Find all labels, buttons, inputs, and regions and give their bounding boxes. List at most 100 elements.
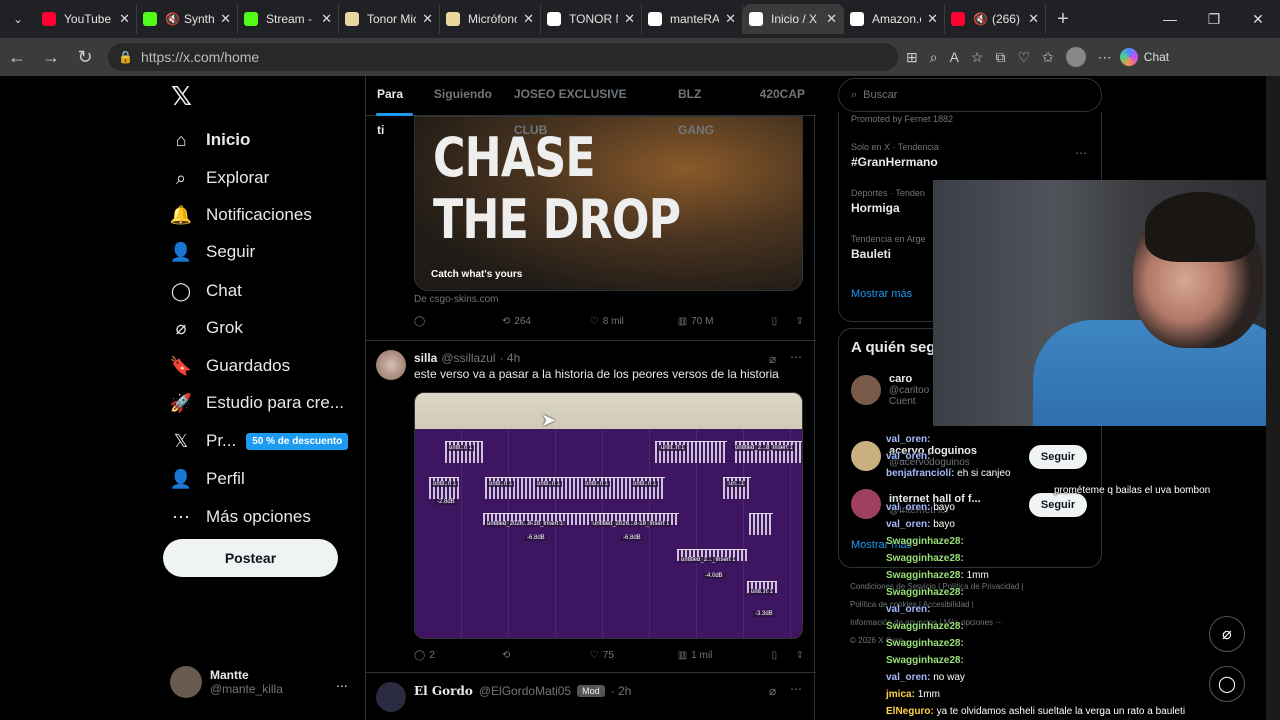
tweet-author-name[interactable]: silla [414, 351, 437, 365]
trend-item[interactable]: Deportes · Tenden Hormiga [851, 188, 925, 215]
browser-essentials-icon[interactable]: ♡ [1017, 49, 1030, 66]
account-switcher[interactable]: Mantte @mante_killa ... [170, 666, 348, 698]
close-tab-icon[interactable]: ✕ [119, 11, 130, 27]
close-tab-icon[interactable]: ✕ [523, 11, 534, 27]
nav-item-explorar[interactable]: ⌕ Explorar [170, 163, 269, 193]
browser-tab[interactable]: Micrófono ✕ [440, 4, 541, 34]
browser-tab[interactable]: 🔇 Synth ✕ [137, 4, 238, 34]
premium-discount-badge[interactable]: 50 % de descuento [246, 432, 349, 450]
browser-tab[interactable]: manteRAC ✕ [642, 4, 743, 34]
profile-avatar[interactable] [1065, 47, 1086, 67]
like-button[interactable]: ♡ 75 [590, 650, 678, 661]
nav-item-inicio[interactable]: ⌂ Inicio [170, 125, 251, 155]
tweet-more-icon[interactable]: ⋯ [790, 682, 802, 696]
new-tab-button[interactable]: + [1046, 8, 1080, 31]
trend-more-icon[interactable]: ⋯ [1075, 146, 1087, 160]
browser-tab[interactable]: Amazon.c ✕ [844, 4, 945, 34]
copilot-chat-button[interactable]: Chat [1119, 48, 1169, 66]
favorites-icon[interactable]: ✩ [1042, 49, 1054, 66]
back-icon[interactable]: ← [0, 47, 34, 68]
nav-item-chat[interactable]: ◯ Chat [170, 276, 242, 306]
show-more-link[interactable]: Mostrar más [851, 288, 912, 300]
browser-tab[interactable]: Tonor Mic ✕ [339, 4, 440, 34]
trend-item[interactable]: Tendencia en Arge Bauleti [851, 234, 926, 261]
browser-tab[interactable]: YouTube M ✕ [36, 4, 137, 34]
tab-actions-chevron-icon[interactable]: ⌄ [0, 0, 36, 38]
feed-tab[interactable]: Para ti [366, 76, 423, 137]
nav-item-pr[interactable]: 𝕏 Pr... 50 % de descuento [170, 426, 349, 456]
close-window-icon[interactable]: ✕ [1236, 0, 1280, 38]
feed-tab[interactable]: JOSEO EXCLUSIVE CLUB [503, 76, 667, 137]
close-tab-icon[interactable]: ✕ [422, 11, 433, 27]
retweet-icon[interactable]: ⟲ [502, 650, 590, 661]
nav-item-perfil[interactable]: 👤 Perfil [170, 464, 245, 494]
favorite-star-icon[interactable]: ☆ [971, 49, 984, 66]
bookmark-icon[interactable]: ▯ [772, 650, 796, 661]
nav-item-notificaciones[interactable]: 🔔 Notificaciones [170, 200, 312, 230]
grok-float-icon[interactable]: ⌀ [1209, 616, 1245, 652]
close-tab-icon[interactable]: ✕ [725, 11, 736, 27]
promoted-label[interactable]: Promoted by Fernet 1882 [851, 114, 953, 124]
nav-item-seguir[interactable]: 👤 Seguir [170, 237, 255, 267]
share-icon[interactable]: ⇪ [796, 650, 804, 661]
browser-tab[interactable]: Stream - K ✕ [238, 4, 339, 34]
zoom-icon[interactable]: ⌕ [930, 49, 938, 66]
site-info-icon[interactable]: 🔒 [118, 50, 133, 64]
refresh-icon[interactable]: ↻ [68, 47, 102, 68]
search-input[interactable]: ⌕ Buscar [838, 78, 1102, 112]
minimize-icon[interactable]: — [1148, 0, 1192, 38]
grok-icon[interactable]: ⌀ [769, 684, 776, 698]
feed-tab[interactable]: Siguiendo [423, 76, 503, 116]
nav-item-guardados[interactable]: 🔖 Guardados [170, 351, 290, 381]
tweet-media-daw-screenshot[interactable]: untit..rt 1 untit..rt 1 untitled_2...8_Ins… [414, 392, 803, 639]
suggestion-item[interactable]: caro @caritoo Cuent [851, 373, 929, 407]
share-icon[interactable]: ⇪ [796, 316, 804, 327]
post-button[interactable]: Postear [163, 539, 338, 577]
maximize-icon[interactable]: ❐ [1192, 0, 1236, 38]
avatar[interactable] [376, 350, 406, 380]
tweet-more-icon[interactable]: ⋯ [790, 350, 802, 364]
grok-icon[interactable]: ⌀ [769, 352, 776, 366]
extensions-icon[interactable]: ⧉ [995, 49, 1005, 66]
avatar[interactable] [376, 682, 406, 712]
browser-tab[interactable]: 🔇 (266) ✕ [945, 4, 1046, 34]
more-menu-icon[interactable]: ⋯ [1098, 49, 1112, 66]
x-logo-icon[interactable]: 𝕏 [171, 82, 192, 112]
address-bar[interactable]: 🔒 https://x.com/home [108, 43, 898, 71]
close-tab-icon[interactable]: ✕ [826, 11, 837, 27]
tweet-author-handle[interactable]: @ElGordoMati05 [479, 684, 571, 698]
audio-muted-icon[interactable]: 🔇 [973, 12, 988, 26]
page-scrollbar[interactable] [1266, 76, 1280, 720]
close-tab-icon[interactable]: ✕ [1028, 11, 1039, 27]
apps-icon[interactable]: ⊞ [906, 49, 918, 66]
messages-float-icon[interactable]: ◯ [1209, 666, 1245, 702]
nav-item-estudio[interactable]: 🚀 Estudio para cre... [170, 388, 344, 418]
views-button[interactable]: ▥ 70 M [678, 316, 772, 327]
feed-tab[interactable]: BLZ GANG [667, 76, 749, 137]
tweet-author-name[interactable]: El Gordo [414, 684, 473, 698]
tweet-time[interactable]: · 4h [500, 351, 521, 365]
tweet-author-handle[interactable]: @ssillazul [441, 351, 495, 365]
forward-icon[interactable]: → [34, 47, 68, 68]
like-button[interactable]: ♡ 8 mil [590, 316, 678, 327]
read-aloud-icon[interactable]: A [950, 49, 959, 65]
reply-icon[interactable]: ◯ [414, 316, 502, 327]
ad-image[interactable]: CHASE THE DROP Catch what's yours [414, 116, 803, 291]
reply-button[interactable]: ◯ 2 [414, 650, 502, 661]
retweet-button[interactable]: ⟲ 264 [502, 316, 590, 327]
close-tab-icon[interactable]: ✕ [220, 11, 231, 27]
browser-tab[interactable]: TONOR M ✕ [541, 4, 642, 34]
audio-muted-icon[interactable]: 🔇 [165, 12, 180, 26]
close-tab-icon[interactable]: ✕ [624, 11, 635, 27]
account-more-icon[interactable]: ... [336, 674, 348, 690]
nav-item-más[interactable]: ⋯ Más opciones [170, 502, 311, 532]
close-tab-icon[interactable]: ✕ [927, 11, 938, 27]
ad-source-link[interactable]: De csgo-skins.com [414, 294, 498, 305]
close-tab-icon[interactable]: ✕ [321, 11, 332, 27]
trend-item[interactable]: Solo en X · Tendencia #GranHermano [851, 142, 939, 169]
browser-tab[interactable]: Inicio / X ✕ [743, 4, 844, 34]
bookmark-icon[interactable]: ▯ [772, 316, 796, 327]
views-button[interactable]: ▥ 1 mil [678, 650, 772, 661]
feed-tab[interactable]: 420CAP [749, 76, 816, 116]
nav-item-grok[interactable]: ⌀ Grok [170, 313, 243, 343]
